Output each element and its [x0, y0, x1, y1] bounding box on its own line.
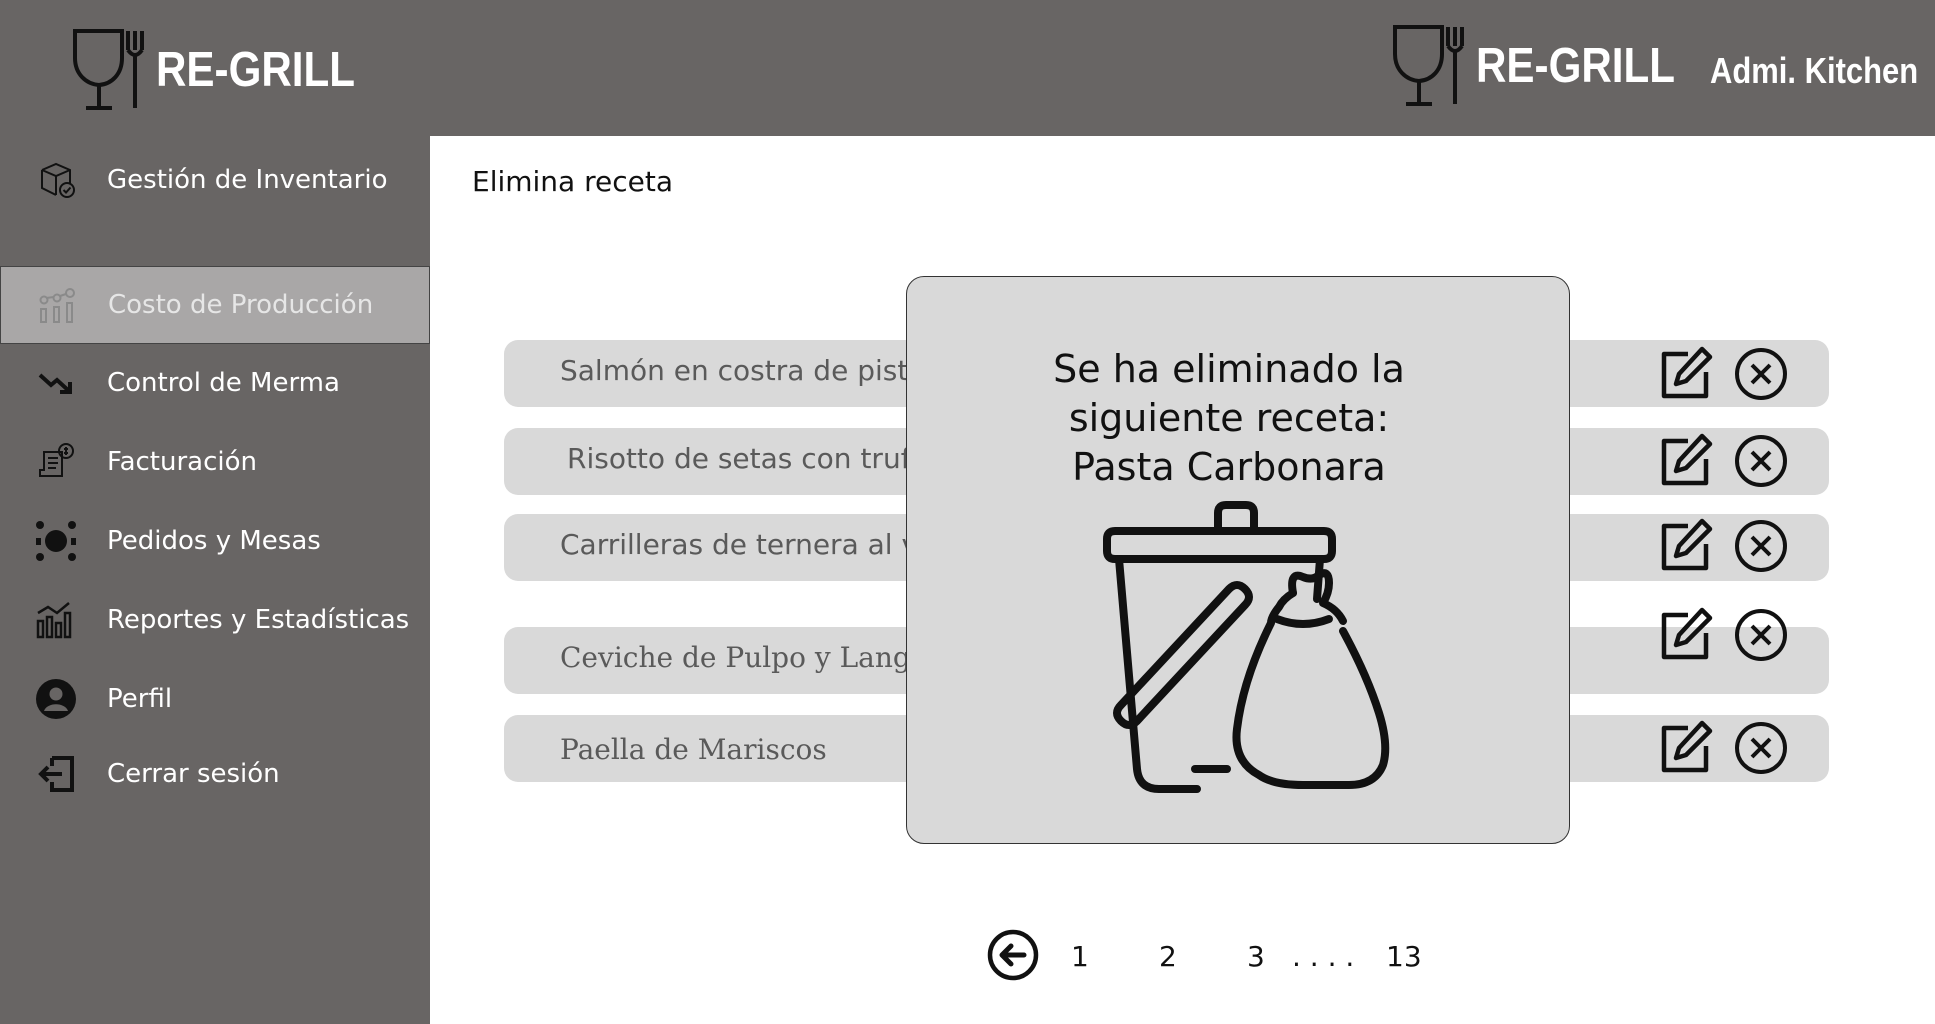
- sidebar-item-label: Control de Merma: [107, 368, 340, 398]
- production-cost-icon: [35, 283, 79, 327]
- recipe-name: Ceviche de Pulpo y Langost: [560, 641, 954, 674]
- delete-icon[interactable]: [1733, 720, 1789, 776]
- delete-icon[interactable]: [1733, 518, 1789, 574]
- dialog-line: siguiente receta:: [1068, 396, 1390, 440]
- trash-bin-bag-icon: [1103, 501, 1390, 793]
- recipe-name: Risotto de setas con trufa: [567, 442, 928, 475]
- brand-name: RE-GRILL: [156, 43, 355, 97]
- glass-fork-icon: [73, 29, 144, 110]
- sidebar-item-reportes[interactable]: Reportes y Estadísticas: [0, 581, 430, 659]
- orders-tables-icon: [34, 519, 78, 563]
- sidebar-item-perfil[interactable]: Perfil: [0, 660, 430, 738]
- edit-icon[interactable]: [1658, 607, 1714, 663]
- delete-icon[interactable]: [1733, 346, 1789, 402]
- sidebar-item-facturacion[interactable]: Facturación: [0, 423, 430, 501]
- deleted-recipe-name: Pasta Carbonara: [1072, 445, 1386, 489]
- page-last-link[interactable]: 13: [1386, 940, 1422, 973]
- sidebar-item-cerrar-sesion[interactable]: Cerrar sesión: [0, 735, 430, 813]
- user-role-label[interactable]: Admi. Kitchen: [1710, 50, 1918, 92]
- deleted-recipe-dialog[interactable]: Se ha eliminado la siguiente receta: Pas…: [906, 276, 1570, 844]
- delete-icon[interactable]: [1733, 607, 1789, 663]
- sidebar: Gestión de Inventario Costo de Producció…: [0, 136, 430, 1024]
- brand-name: RE-GRILL: [1476, 39, 1675, 93]
- recipe-name: Salmón en costra de pista: [560, 354, 926, 387]
- sidebar-item-label: Gestión de Inventario: [107, 165, 388, 195]
- stats-chart-icon: [34, 598, 78, 642]
- page-title: Elimina receta: [472, 165, 673, 198]
- page-1-link[interactable]: 1: [1071, 940, 1089, 973]
- sidebar-item-label: Reportes y Estadísticas: [107, 605, 410, 635]
- recipe-name: Paella de Mariscos: [560, 733, 827, 766]
- sidebar-item-pedidos-mesas[interactable]: Pedidos y Mesas: [0, 502, 430, 580]
- pagination: 1 2 3 . . . . 13: [0, 928, 1935, 984]
- edit-icon[interactable]: [1658, 433, 1714, 489]
- sidebar-item-inventario[interactable]: Gestión de Inventario: [0, 141, 430, 219]
- glass-fork-icon: [1393, 25, 1464, 106]
- page-3-link[interactable]: 3: [1247, 940, 1265, 973]
- sidebar-item-label: Costo de Producción: [108, 290, 374, 320]
- dialog-line: Se ha eliminado la: [1053, 347, 1405, 391]
- logout-icon: [34, 752, 78, 796]
- sidebar-item-label: Pedidos y Mesas: [107, 526, 321, 556]
- brand-logo-right[interactable]: RE-GRILL: [1392, 24, 1707, 108]
- edit-icon[interactable]: [1658, 518, 1714, 574]
- sidebar-item-control-merma[interactable]: Control de Merma: [0, 344, 430, 422]
- sidebar-item-label: Facturación: [107, 447, 257, 477]
- page-2-link[interactable]: 2: [1159, 940, 1177, 973]
- recipe-name: Carrilleras de ternera al vi: [560, 528, 926, 561]
- user-icon: [34, 677, 78, 721]
- arrow-left-icon[interactable]: [986, 928, 1040, 982]
- sidebar-item-label: Perfil: [107, 684, 173, 714]
- sidebar-item-label: Cerrar sesión: [107, 759, 280, 789]
- trend-down-icon: [34, 361, 78, 405]
- dialog-message: Se ha eliminado la siguiente receta: Pas…: [907, 345, 1551, 492]
- sidebar-item-costo-produccion[interactable]: Costo de Producción: [0, 266, 430, 344]
- brand-logo-left[interactable]: RE-GRILL: [72, 28, 387, 112]
- inventory-box-icon: [34, 158, 78, 202]
- edit-icon[interactable]: [1658, 720, 1714, 776]
- delete-icon[interactable]: [1733, 433, 1789, 489]
- top-bar: RE-GRILL RE-GRILL Admi. Kitchen: [0, 0, 1935, 136]
- edit-icon[interactable]: [1658, 346, 1714, 402]
- invoice-icon: [34, 440, 78, 484]
- pagination-ellipsis: . . . .: [1292, 940, 1355, 973]
